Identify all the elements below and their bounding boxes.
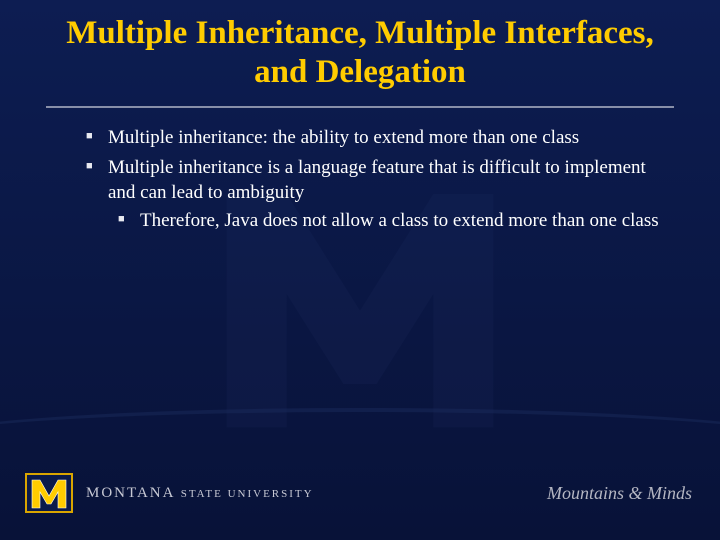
m-logo-icon bbox=[24, 468, 74, 518]
tagline-pre: Mountains bbox=[547, 483, 624, 503]
slide: Multiple Inheritance, Multiple Interface… bbox=[0, 0, 720, 540]
slide-content: Multiple inheritance: the ability to ext… bbox=[86, 126, 660, 239]
university-name-line1: MONTANA STATE UNIVERSITY bbox=[86, 485, 314, 502]
bullet-level1: Multiple inheritance is a language featu… bbox=[86, 156, 660, 233]
slide-footer: MONTANA STATE UNIVERSITY Mountains & Min… bbox=[0, 458, 720, 528]
bullet-text: Multiple inheritance is a language featu… bbox=[108, 157, 646, 202]
university-logo-block: MONTANA STATE UNIVERSITY bbox=[24, 468, 314, 518]
bullet-level2: Therefore, Java does not allow a class t… bbox=[118, 209, 660, 233]
slide-title: Multiple Inheritance, Multiple Interface… bbox=[60, 14, 660, 92]
title-underline bbox=[46, 106, 674, 108]
tagline-post: Minds bbox=[647, 483, 692, 503]
university-name: MONTANA STATE UNIVERSITY bbox=[86, 485, 314, 502]
decorative-arc bbox=[0, 408, 720, 442]
tagline: Mountains & Minds bbox=[547, 483, 692, 504]
tagline-ampersand-icon: & bbox=[628, 483, 642, 503]
bullet-level1: Multiple inheritance: the ability to ext… bbox=[86, 126, 660, 150]
